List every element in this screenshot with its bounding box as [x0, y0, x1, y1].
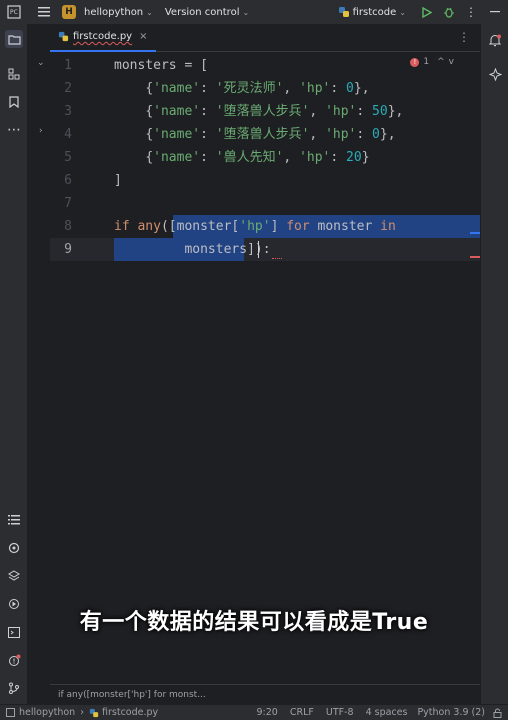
notifications-icon[interactable] [487, 32, 503, 48]
run-icon[interactable] [416, 6, 438, 18]
video-subtitle: 有一个数据的结果可以看成是True [79, 610, 429, 635]
line-number: 6 [64, 173, 72, 188]
code-line-4: {'name': '堕落兽人步兵', 'hp': 0}, [145, 127, 396, 142]
chevron-down-icon: ⌄ [399, 7, 406, 17]
more-actions-icon[interactable]: ⋮ [460, 5, 482, 19]
python-packages-icon[interactable] [6, 568, 22, 584]
chevron-down-icon: ⌄ [146, 7, 153, 17]
structure-icon[interactable] [6, 66, 22, 82]
title-bar: PC H hellopython ⌄ Version control ⌄ fir… [0, 0, 508, 24]
code-line-5: {'name': '兽人先知', 'hp': 20} [145, 150, 370, 165]
code-line-6: ] [114, 173, 122, 188]
indent-setting[interactable]: 4 spaces [366, 707, 408, 718]
line-number: 8 [64, 219, 72, 234]
status-bar: hellopython › firstcode.py 9:20 CRLF UTF… [0, 704, 508, 720]
run-config-selector[interactable]: firstcode ⌄ [338, 6, 406, 18]
vcs-label: Version control [164, 6, 240, 18]
close-tab-icon[interactable]: × [139, 31, 147, 42]
problems-icon[interactable] [6, 652, 22, 668]
line-number: 3 [64, 104, 72, 119]
line-gutter: 1 2 3 4 5 6 7 8 9 [50, 52, 112, 684]
tab-firstcode[interactable]: firstcode.py × [50, 24, 156, 52]
line-number: 5 [64, 150, 72, 165]
ai-assistant-icon[interactable] [487, 66, 503, 82]
python-file-icon [338, 6, 350, 18]
pycharm-logo-icon[interactable]: PC [6, 4, 22, 20]
readonly-toggle-icon[interactable] [493, 708, 502, 718]
debug-icon[interactable] [438, 6, 460, 18]
minimize-icon[interactable] [482, 11, 508, 13]
file-encoding[interactable]: UTF-8 [326, 707, 354, 718]
left-toolbar: ⋯ [0, 24, 28, 704]
line-number: 2 [64, 81, 72, 96]
project-badge: H [62, 5, 76, 19]
code-line-2: {'name': '死灵法师', 'hp': 0}, [145, 81, 370, 96]
code-area[interactable]: monsters = [ {'name': '死灵法师', 'hp': 0}, … [114, 52, 480, 443]
project-square-icon [6, 708, 15, 717]
code-line-3: {'name': '堕落兽人步兵', 'hp': 50}, [145, 104, 404, 119]
line-number: 7 [64, 196, 72, 211]
python-interpreter[interactable]: Python 3.9 (2) [417, 707, 485, 718]
code-editor[interactable]: ! 1 ^ v 1 2 3 4 5 6 7 8 9 monsters = [ {… [50, 52, 480, 684]
git-icon[interactable] [6, 680, 22, 696]
bookmarks-icon[interactable] [6, 94, 22, 110]
vcs-selector[interactable]: Version control ⌄ [165, 7, 249, 18]
svg-text:PC: PC [10, 9, 18, 16]
error-squiggle [272, 257, 282, 259]
text-caret [258, 241, 259, 258]
error-stripe[interactable] [470, 256, 480, 258]
more-tools-icon[interactable]: ⋯ [6, 122, 22, 138]
chevron-down-icon: ⌄ [242, 7, 250, 17]
chevron-right-icon: › [80, 707, 85, 718]
python-file-icon [58, 31, 69, 42]
project-folder-icon[interactable] [5, 30, 23, 48]
line-number: 9 [64, 242, 72, 257]
tab-label: firstcode.py [73, 31, 133, 42]
code-line-9: monsters]): [184, 242, 271, 257]
breadcrumb[interactable]: if any([monster['hp'] for monst... [50, 684, 480, 704]
code-line-8: if any([monster['hp'] for monster in [114, 219, 396, 234]
caret-position[interactable]: 9:20 [257, 707, 278, 718]
tab-options-icon[interactable]: ⋮ [458, 30, 470, 44]
python-console-icon[interactable] [6, 540, 22, 556]
breadcrumb-item[interactable]: if any([monster['hp'] for monst... [58, 690, 206, 700]
python-file-icon [89, 708, 99, 718]
project-name: hellopython [84, 6, 144, 18]
right-toolbar [480, 24, 508, 704]
status-project[interactable]: hellopython [19, 707, 75, 718]
run-config-name: firstcode [352, 6, 397, 18]
project-selector[interactable]: H hellopython ⌄ [56, 5, 153, 19]
warning-stripe[interactable] [470, 232, 480, 234]
line-number: 1 [64, 58, 72, 73]
main-menu-icon[interactable] [36, 4, 52, 20]
todo-icon[interactable] [6, 512, 22, 528]
status-file[interactable]: firstcode.py [102, 707, 158, 718]
editor-tabs: firstcode.py × ⋮ [50, 24, 480, 52]
line-number: 4 [64, 127, 72, 142]
code-line-1: monsters = [ [114, 58, 208, 73]
line-separator[interactable]: CRLF [290, 707, 314, 718]
